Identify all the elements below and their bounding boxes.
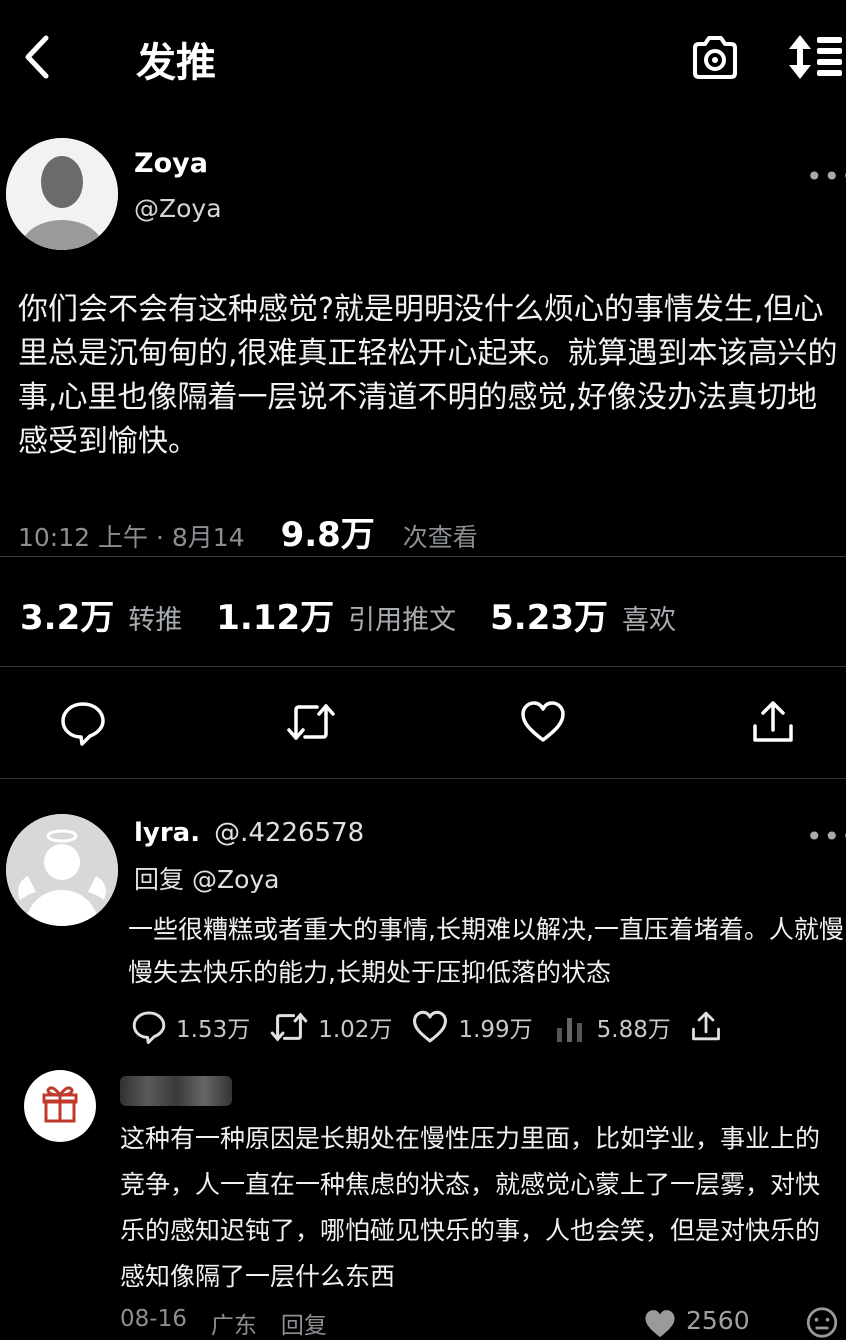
commenter-avatar[interactable] <box>24 1070 96 1142</box>
reply-share-action[interactable] <box>691 1011 731 1043</box>
views-icon[interactable] <box>553 1010 587 1044</box>
author-name[interactable]: Zoya <box>134 148 208 179</box>
tweet-stats: 3.2万 转推 1.12万 引用推文 5.23万 喜欢 <box>20 590 676 639</box>
comment-date: 08-16 <box>120 1306 187 1332</box>
reply-like-action[interactable]: 1.99万 <box>412 1010 533 1044</box>
blurred-username <box>120 1076 232 1106</box>
quote-count[interactable]: 1.12万 <box>216 590 334 639</box>
heart-icon[interactable] <box>520 700 566 744</box>
comment-reply-button[interactable]: 回复 <box>281 1306 327 1340</box>
more-icon[interactable]: ••• <box>806 820 846 853</box>
more-icon[interactable]: ••• <box>806 160 846 193</box>
comment-like-count: 2560 <box>686 1306 750 1335</box>
divider <box>0 778 846 779</box>
heart-icon[interactable] <box>412 1010 448 1044</box>
view-count: 9.8万 <box>280 515 375 555</box>
reply-avatar[interactable] <box>6 814 118 926</box>
like-count[interactable]: 5.23万 <box>490 590 608 639</box>
heart-icon[interactable] <box>642 1308 678 1340</box>
like-label[interactable]: 喜欢 <box>622 598 676 637</box>
share-icon[interactable] <box>752 700 794 746</box>
reply-author-name[interactable]: lyra. <box>134 818 200 848</box>
reply-views-action[interactable]: 5.88万 <box>553 1010 671 1044</box>
comment-text: 这种有一种原因是长期处在慢性压力里面，比如学业，事业上的竞争，人一直在一种焦虑的… <box>120 1124 821 1291</box>
divider <box>0 666 846 667</box>
retweet-label[interactable]: 转推 <box>128 598 182 637</box>
share-icon[interactable] <box>691 1011 721 1043</box>
reply-action-bar: 1.53万 1.02万 1.99万 5.88万 <box>132 1006 751 1048</box>
camera-icon[interactable] <box>690 33 740 83</box>
emoji-icon[interactable] <box>804 1306 840 1339</box>
author-avatar[interactable] <box>6 138 118 250</box>
tweet-text: 你们会不会有这种感觉?就是明明没什么烦心的事情发生,但心里总是沉甸甸的,很难真正… <box>18 292 838 459</box>
comment-location: 广东 <box>210 1313 257 1339</box>
gift-icon <box>42 1086 78 1123</box>
reply-retweet-count: 1.02万 <box>318 1017 393 1043</box>
angel-avatar-icon <box>6 814 118 926</box>
comment-meta: 08-16 广东 回复 <box>120 1306 351 1340</box>
back-icon[interactable] <box>18 34 58 80</box>
author-handle[interactable]: @Zoya <box>134 194 222 223</box>
reply-to-handle[interactable]: @Zoya <box>192 865 280 894</box>
reply-retweet-action[interactable]: 1.02万 <box>270 1010 392 1044</box>
quote-label[interactable]: 引用推文 <box>348 598 456 637</box>
reply-comment-action[interactable]: 1.53万 <box>132 1010 250 1044</box>
reply-to-prefix: 回复 <box>134 865 185 894</box>
page-title: 发推 <box>136 40 216 86</box>
reply-to-line: 回复 @Zoya <box>134 860 280 896</box>
retweet-count[interactable]: 3.2万 <box>20 590 114 639</box>
reply-icon[interactable] <box>60 700 106 746</box>
reply-icon[interactable] <box>132 1010 166 1044</box>
tweet-time: 10:12 上午 · 8月14 <box>18 523 245 552</box>
reply-view-count: 5.88万 <box>596 1017 671 1043</box>
reply-text: 一些很糟糕或者重大的事情,长期难以解决,一直压着堵着。人就慢慢失去快乐的能力,长… <box>128 915 844 987</box>
retweet-icon[interactable] <box>270 1011 308 1043</box>
sort-icon[interactable] <box>786 33 844 81</box>
reply-comment-count: 1.53万 <box>176 1017 251 1043</box>
view-label: 次查看 <box>402 523 478 552</box>
retweet-icon[interactable] <box>286 702 336 742</box>
reply-author-handle[interactable]: @.4226578 <box>214 818 364 848</box>
reply-like-count: 1.99万 <box>458 1017 533 1043</box>
default-avatar-icon <box>6 138 118 250</box>
action-bar <box>0 694 846 754</box>
tweet-meta: 10:12 上午 · 8月14 9.8万 次查看 <box>18 507 478 555</box>
divider <box>0 556 846 557</box>
